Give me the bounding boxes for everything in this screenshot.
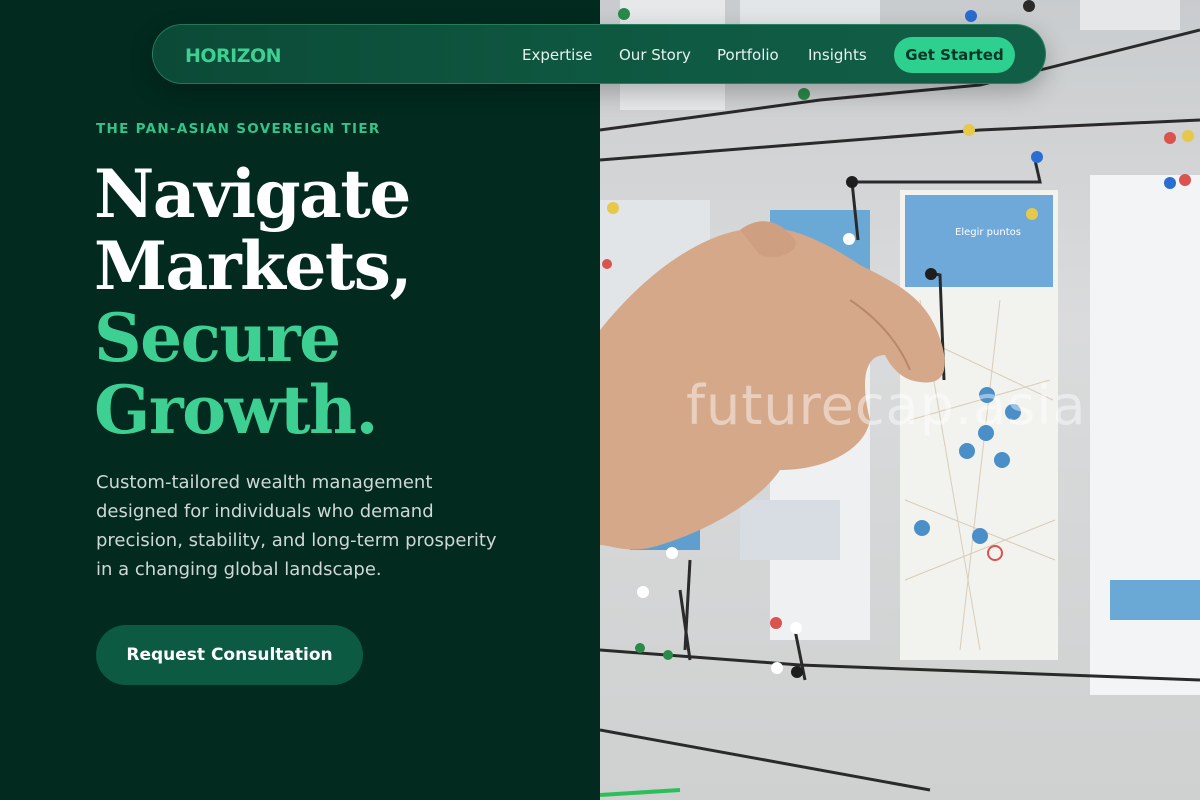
watermark-text: futurecap.asia: [686, 374, 1087, 437]
brand-logo[interactable]: HORIZON: [185, 45, 282, 67]
headline-line-1: Navigate: [94, 155, 411, 233]
paper-card: [1080, 0, 1180, 30]
headline-line-3: Secure: [94, 299, 341, 377]
map-card-title: Elegir puntos: [955, 227, 1021, 238]
request-consultation-button[interactable]: Request Consultation: [96, 625, 363, 685]
nav-link-expertise[interactable]: Expertise: [522, 46, 592, 64]
hero-headline: Navigate Markets, Secure Growth.: [94, 155, 412, 449]
paper-card: [740, 500, 840, 560]
hero-eyebrow: THE PAN-ASIAN SOVEREIGN TIER: [96, 121, 381, 137]
nav-link-portfolio[interactable]: Portfolio: [717, 46, 779, 64]
headline-line-2: Markets,: [94, 227, 412, 305]
card-button: [1110, 580, 1200, 620]
paper-card: [740, 0, 880, 25]
nav-link-our-story[interactable]: Our Story: [619, 46, 691, 64]
get-started-button[interactable]: Get Started: [894, 37, 1015, 73]
nav-link-insights[interactable]: Insights: [808, 46, 867, 64]
headline-line-4: Growth.: [94, 371, 378, 449]
hero-description: Custom-tailored wealth management design…: [96, 472, 497, 580]
top-navbar: HORIZON Expertise Our Story Portfolio In…: [152, 24, 1046, 84]
green-string: [600, 788, 681, 797]
hero-panel: THE PAN-ASIAN SOVEREIGN TIER Navigate Ma…: [0, 0, 600, 800]
